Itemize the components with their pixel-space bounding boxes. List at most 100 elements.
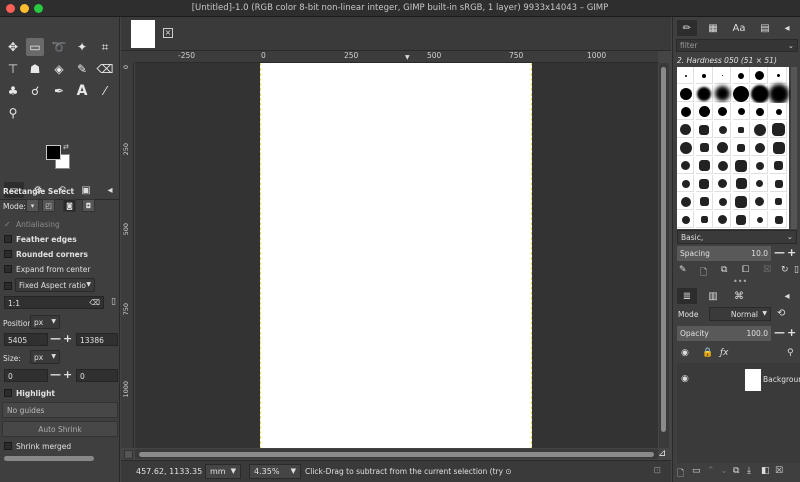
brush-preview[interactable] — [770, 121, 787, 138]
brush-preview[interactable] — [714, 67, 732, 84]
navigate-icon[interactable]: ⊿ — [658, 448, 666, 459]
brush-preview[interactable] — [732, 211, 750, 228]
brush-preview[interactable] — [770, 157, 787, 174]
brush-preview[interactable] — [732, 157, 750, 174]
close-image-icon[interactable]: × — [163, 28, 173, 38]
brush-preview[interactable] — [695, 103, 713, 120]
move-tool-icon[interactable]: ✥ — [4, 38, 22, 56]
transform-tool-icon[interactable]: ⊤ — [4, 60, 22, 78]
brush-preview[interactable] — [677, 85, 694, 102]
vertical-ruler[interactable]: 0 250 500 750 1000 — [121, 63, 134, 448]
delete-layer-icon[interactable]: ☒ — [775, 466, 783, 476]
guides-dropdown[interactable]: No guides — [2, 402, 118, 418]
brush-preview[interactable] — [751, 139, 769, 156]
position-increment-icon[interactable]: + — [63, 333, 72, 345]
refresh-brushes-icon[interactable]: ↻ — [781, 265, 789, 275]
fuzzy-select-tool-icon[interactable]: ✦ — [73, 38, 91, 56]
layer-mask-icon[interactable]: ◧ — [761, 466, 770, 476]
brush-preview[interactable] — [714, 85, 732, 102]
brush-preview[interactable] — [714, 139, 732, 156]
bucket-fill-tool-icon[interactable]: ◈ — [50, 60, 68, 78]
brush-preview[interactable] — [770, 139, 787, 156]
brush-preview[interactable] — [677, 175, 694, 192]
opacity-slider[interactable]: Opacity 100.0 — [677, 326, 771, 341]
layer-mode-dropdown[interactable]: Normal ▼ — [709, 307, 771, 321]
brush-preview[interactable] — [677, 157, 694, 174]
brush-preview[interactable] — [695, 211, 713, 228]
mode-subtract-button[interactable]: ◙ — [63, 199, 76, 212]
brush-preview[interactable] — [677, 103, 694, 120]
brush-preview[interactable] — [732, 139, 750, 156]
fixed-checkbox[interactable] — [4, 282, 12, 290]
opacity-increment-icon[interactable]: + — [787, 327, 796, 339]
opacity-decrement-icon[interactable]: — — [774, 327, 785, 339]
size-h-field[interactable]: 0 — [76, 369, 118, 382]
position-decrement-icon[interactable]: — — [50, 333, 61, 345]
crop-tool-icon[interactable]: ⌗ — [96, 38, 114, 56]
color-picker-tool-icon[interactable]: ⁄ — [96, 82, 114, 100]
brush-preview[interactable] — [695, 193, 713, 210]
search-layers-icon[interactable]: ⚲ — [787, 348, 794, 358]
clone-tool-icon[interactable]: ♣ — [4, 82, 22, 100]
smudge-tool-icon[interactable]: ☌ — [26, 82, 44, 100]
brush-preview[interactable] — [695, 121, 713, 138]
status-corner-icon[interactable]: ⊡ — [653, 466, 661, 476]
horizontal-ruler[interactable]: -250 0 250 500 750 1000 ▼ — [135, 51, 658, 63]
brush-preview[interactable] — [732, 85, 750, 102]
brush-preview[interactable] — [714, 211, 732, 228]
paintbrush-tool-icon[interactable]: ✎ — [73, 60, 91, 78]
highlight-checkbox[interactable] — [4, 389, 12, 397]
brush-scrollbar[interactable] — [791, 67, 797, 229]
brush-preview[interactable] — [677, 139, 694, 156]
new-brush-icon[interactable]: 🗋 — [700, 265, 707, 281]
ratio-toggle-icon[interactable]: ▯ — [111, 297, 116, 307]
mode-reset-icon[interactable]: ⟲ — [777, 308, 785, 319]
size-unit-dropdown[interactable]: px ▼ — [30, 350, 60, 364]
brush-filter-input[interactable]: filter ⌄ — [676, 39, 798, 52]
expand-from-center-checkbox[interactable] — [4, 265, 12, 273]
brush-preview[interactable] — [695, 157, 713, 174]
warp-tool-icon[interactable]: ☗ — [26, 60, 44, 78]
options-scrollbar[interactable] — [4, 456, 94, 461]
lower-layer-icon[interactable]: ⌄ — [720, 466, 728, 476]
brush-preview[interactable] — [751, 211, 769, 228]
brush-preview[interactable] — [770, 175, 787, 192]
brush-preview[interactable] — [714, 103, 732, 120]
brush-tag-dropdown[interactable]: Basic, ⌄ — [677, 230, 797, 244]
brush-preview[interactable] — [770, 211, 787, 228]
zoom-dropdown[interactable]: 4.35% ▼ — [249, 464, 301, 479]
foreground-color-swatch[interactable] — [46, 145, 61, 160]
brush-preview[interactable] — [751, 175, 769, 192]
text-tool-icon[interactable]: A — [73, 82, 91, 100]
copy-location-icon[interactable]: ⧠ — [742, 265, 749, 275]
size-increment-icon[interactable]: + — [63, 369, 72, 381]
spacing-slider[interactable]: Spacing 10.0 — [677, 246, 771, 261]
brush-preview[interactable] — [695, 85, 713, 102]
paths-tab-icon[interactable]: ⌘ — [729, 288, 749, 304]
brush-preview[interactable] — [751, 67, 769, 84]
layer-list[interactable]: ◉ Background — [677, 363, 800, 463]
brush-preview[interactable] — [732, 67, 750, 84]
new-layer-icon[interactable]: 🗋 — [677, 466, 684, 482]
delete-brush-icon[interactable]: ☒ — [763, 265, 771, 275]
spacing-decrement-icon[interactable]: — — [774, 247, 785, 259]
antialiasing-checkbox[interactable]: ✓ — [4, 221, 12, 229]
brush-preview[interactable] — [751, 103, 769, 120]
position-unit-dropdown[interactable]: px ▼ — [30, 315, 60, 329]
brush-preview[interactable] — [751, 121, 769, 138]
layers-tab-menu-icon[interactable]: ◂ — [777, 288, 797, 304]
brush-preview[interactable] — [750, 84, 769, 103]
mode-replace-button[interactable]: ▾ — [26, 199, 39, 212]
zoom-tool-icon[interactable]: ⚲ — [4, 104, 22, 122]
shrink-merged-checkbox[interactable] — [4, 442, 12, 450]
brushes-tab-icon[interactable]: ✏ — [677, 20, 697, 36]
patterns-tab-icon[interactable]: ▦ — [703, 20, 723, 36]
document-history-tab-icon[interactable]: ▤ — [755, 20, 775, 36]
brush-preview[interactable] — [732, 103, 750, 120]
brush-preview[interactable] — [714, 193, 732, 210]
brush-preview[interactable] — [768, 83, 789, 104]
fonts-tab-icon[interactable]: Aa — [729, 20, 749, 36]
brush-preview[interactable] — [770, 103, 787, 120]
brush-preview[interactable] — [677, 67, 694, 84]
vertical-scrollbar[interactable] — [659, 63, 669, 448]
